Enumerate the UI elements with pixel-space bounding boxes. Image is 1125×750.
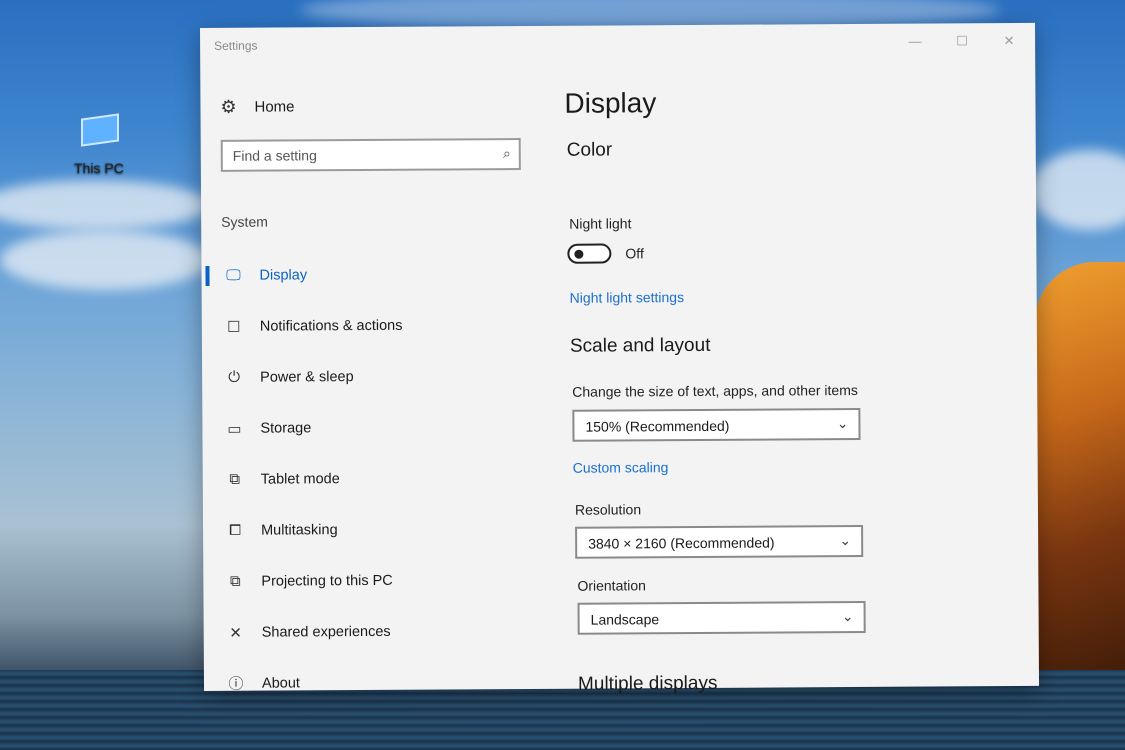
sidebar-item-shared-experiences[interactable]: ✕ Shared experiences (204, 605, 539, 658)
cloud (0, 180, 210, 230)
sidebar-item-power-sleep[interactable]: ⏻ Power & sleep (202, 350, 537, 403)
sidebar-item-label: Projecting to this PC (261, 572, 393, 590)
scale-label: Change the size of text, apps, and other… (572, 381, 858, 400)
storage-icon: ▭ (227, 420, 242, 438)
scale-value: 150% (Recommended) (585, 417, 730, 435)
sidebar-item-label: Display (259, 266, 308, 284)
resolution-dropdown[interactable]: 3840 × 2160 (Recommended) ⌄ (575, 524, 864, 559)
tablet-icon: ⧉ (229, 470, 241, 488)
computer-icon (81, 113, 119, 147)
resolution-value: 3840 × 2160 (Recommended) (588, 534, 775, 552)
orientation-label: Orientation (577, 577, 646, 594)
custom-scaling-link[interactable]: Custom scaling (573, 459, 669, 476)
sidebar-item-tablet-mode[interactable]: ⧉ Tablet mode (203, 452, 538, 505)
maximize-button[interactable]: ☐ (952, 31, 972, 51)
search-input[interactable] (222, 140, 493, 170)
sidebar-item-label: Tablet mode (260, 470, 340, 488)
sidebar-item-label: Storage (260, 419, 312, 437)
orientation-dropdown[interactable]: Landscape ⌄ (577, 600, 866, 635)
sidebar-item-notifications[interactable]: ☐ Notifications & actions (202, 299, 537, 352)
multitasking-icon: ⧠ (229, 521, 242, 539)
sidebar-item-about[interactable]: ⓘ About (204, 656, 539, 709)
cloud (0, 230, 210, 290)
home-label: Home (254, 97, 295, 116)
section-heading: System (221, 213, 268, 230)
projecting-icon: ⧉ (229, 572, 241, 590)
orientation-value: Landscape (590, 611, 660, 628)
gear-icon: ⚙ (220, 96, 237, 117)
chevron-down-icon: ⌄ (841, 608, 854, 625)
night-light-state: Off (625, 245, 644, 262)
search-box: ⌕ (220, 138, 521, 172)
desktop-icon-this-pc[interactable]: This PC (74, 113, 126, 176)
sidebar-item-label: Notifications & actions (259, 317, 403, 335)
shared-icon: ✕ (229, 624, 243, 642)
notification-icon: ☐ (227, 318, 241, 336)
sidebar-item-label: Shared experiences (261, 623, 391, 641)
sidebar-item-storage[interactable]: ▭ Storage (202, 401, 537, 454)
sidebar-item-display[interactable]: 🖵 Display (201, 248, 536, 301)
nav-list: 🖵 Display ☐ Notifications & actions ⏻ Po… (201, 248, 539, 709)
sidebar-item-multitasking[interactable]: ⧠ Multitasking (203, 503, 538, 556)
scale-layout-heading: Scale and layout (569, 334, 711, 357)
cloud (1030, 150, 1125, 230)
sidebar-item-projecting[interactable]: ⧉ Projecting to this PC (203, 554, 538, 607)
chevron-down-icon: ⌄ (836, 415, 849, 432)
monitor-icon: 🖵 (226, 266, 241, 284)
night-light-toggle[interactable] (567, 243, 612, 264)
chevron-down-icon: ⌄ (839, 532, 852, 549)
night-light-settings-link[interactable]: Night light settings (570, 289, 685, 306)
sidebar-item-label: Power & sleep (260, 368, 354, 386)
toggle-knob (574, 249, 584, 259)
title-bar[interactable]: Settings — ☐ ✕ (200, 23, 1035, 64)
info-icon: ⓘ (228, 675, 244, 693)
minimize-button[interactable]: — (905, 32, 925, 52)
night-light-label: Night light (569, 215, 632, 232)
multiple-displays-heading: Multiple displays (577, 672, 718, 695)
settings-window: Settings — ☐ ✕ ⚙ Home ⌕ System 🖵 Display… (200, 22, 1040, 695)
home-button[interactable]: ⚙ Home (220, 95, 294, 117)
resolution-label: Resolution (574, 501, 642, 518)
window-title: Settings (214, 38, 258, 53)
rock-formation (1035, 262, 1125, 692)
sidebar: ⚙ Home ⌕ System 🖵 Display ☐ Notification… (200, 62, 539, 693)
scale-dropdown[interactable]: 150% (Recommended) ⌄ (572, 407, 861, 442)
close-button[interactable]: ✕ (999, 31, 1019, 51)
sidebar-item-label: About (261, 674, 300, 692)
color-heading: Color (566, 139, 613, 161)
power-icon: ⏻ (228, 368, 241, 386)
sidebar-item-label: Multitasking (261, 521, 338, 539)
content-pane: Display Color Night light Off Night ligh… (560, 59, 1024, 695)
search-icon[interactable]: ⌕ (503, 145, 511, 162)
desktop-icon-label: This PC (74, 160, 124, 176)
page-title: Display (564, 87, 657, 119)
